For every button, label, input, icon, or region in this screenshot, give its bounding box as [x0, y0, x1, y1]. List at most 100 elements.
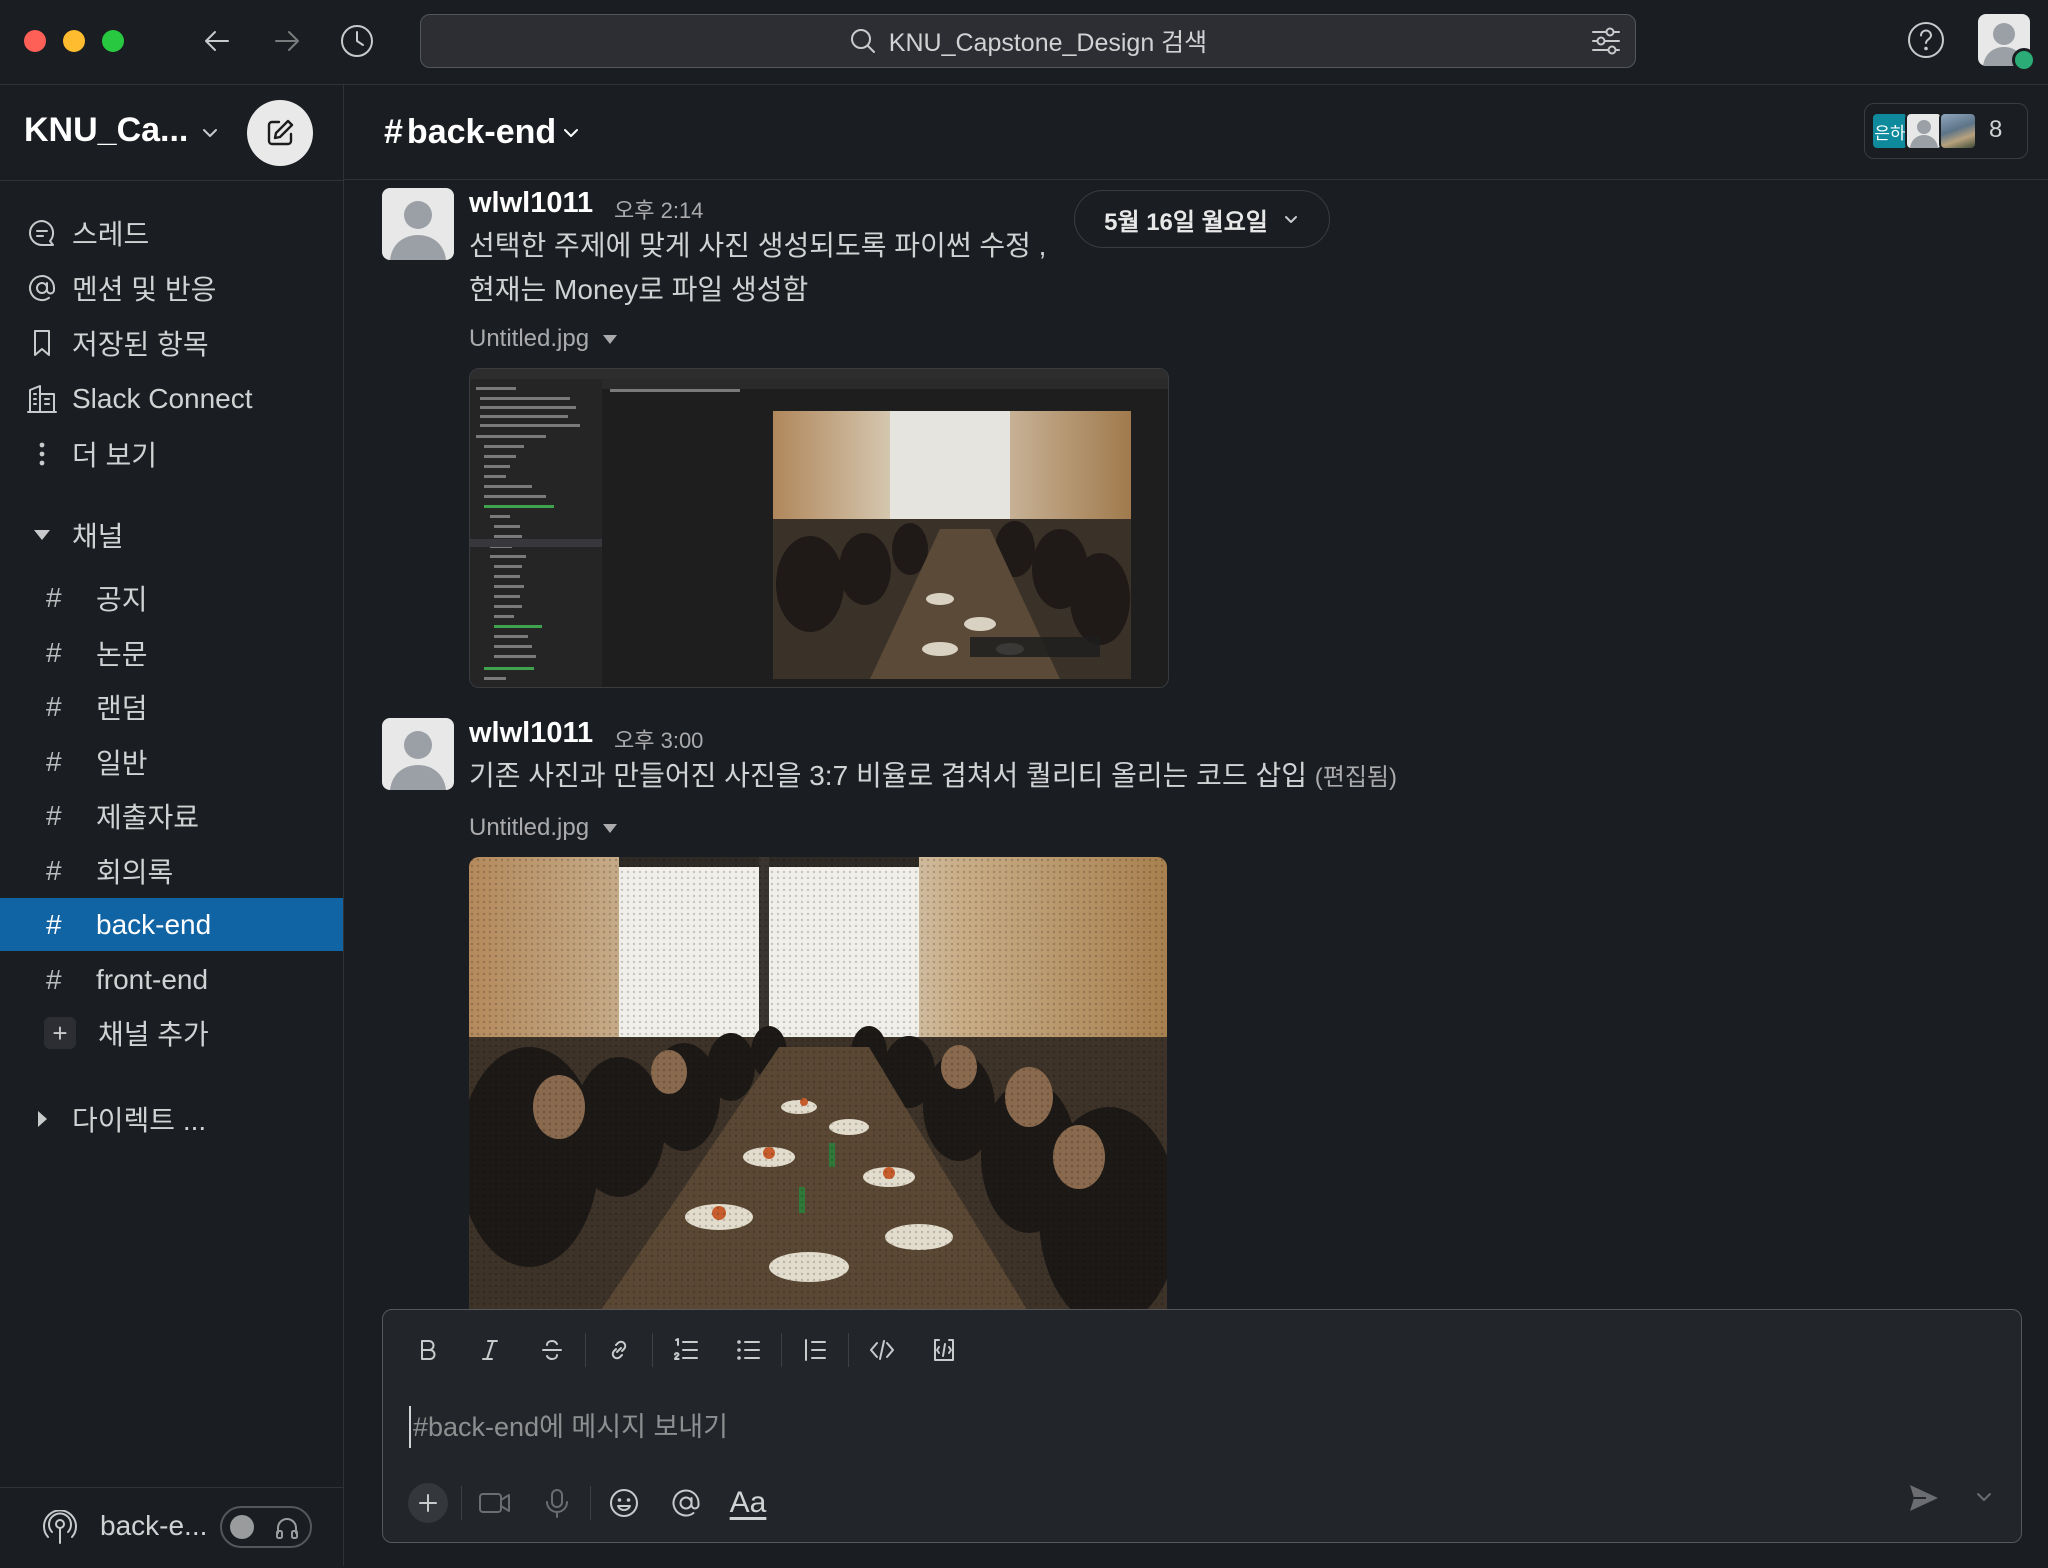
- channel-item-back-end[interactable]: # back-end: [0, 898, 343, 951]
- channel-item-minutes[interactable]: # 회의록: [0, 845, 343, 897]
- message-username[interactable]: wlwl1011: [469, 717, 593, 750]
- sidebar: KNU_Ca... 스레드 멘션 및 반응 저장된 항목 Slack Conne…: [0, 85, 344, 1566]
- add-channel-button[interactable]: + 채널 추가: [0, 1007, 343, 1059]
- channel-item-random[interactable]: # 랜덤: [0, 681, 343, 733]
- caret-down-icon: [34, 530, 50, 540]
- send-options-button[interactable]: [1973, 1486, 1995, 1508]
- search-bar[interactable]: KNU_Capstone_Design 검색: [420, 14, 1636, 68]
- default-avatar-icon: [390, 731, 446, 790]
- bulleted-list-button[interactable]: [717, 1324, 779, 1376]
- message-timestamp[interactable]: 오후 2:14: [614, 193, 703, 225]
- toolbar-divider: [848, 1333, 849, 1367]
- text-formatting-toggle[interactable]: Aa: [717, 1478, 779, 1528]
- more-vertical-icon: [39, 442, 45, 466]
- channel-item-papers[interactable]: # 논문: [0, 627, 343, 679]
- help-icon: [1908, 22, 1944, 58]
- composer-actions: Aa: [397, 1478, 779, 1528]
- file-attachment-label[interactable]: Untitled.jpg: [469, 814, 618, 842]
- member-initials: 은하: [1874, 123, 1906, 143]
- search-icon: [850, 29, 875, 53]
- ordered-list-button[interactable]: [655, 1324, 717, 1376]
- hash-icon: #: [46, 582, 62, 613]
- plus-icon: [419, 1494, 437, 1512]
- history-button[interactable]: [336, 20, 378, 62]
- hash-icon: #: [46, 855, 62, 886]
- link-icon: [611, 1340, 627, 1360]
- strikethrough-icon: [542, 1340, 562, 1360]
- nav-label: 스레드: [72, 219, 150, 250]
- hash-icon: #: [46, 964, 62, 995]
- code-block-button[interactable]: [913, 1324, 975, 1376]
- image-attachment[interactable]: [469, 368, 1169, 688]
- code-button[interactable]: [851, 1324, 913, 1376]
- nav-threads[interactable]: 스레드: [0, 207, 343, 259]
- channel-label: 회의록: [96, 857, 174, 888]
- nav-mentions[interactable]: 멘션 및 반응: [0, 262, 343, 314]
- video-clip-button[interactable]: [464, 1478, 526, 1528]
- message-avatar[interactable]: [382, 718, 454, 790]
- members-button[interactable]: 은하 8: [1864, 103, 2028, 159]
- mention-button[interactable]: [655, 1478, 717, 1528]
- emoji-icon: [610, 1489, 638, 1517]
- send-icon: [1910, 1485, 1938, 1511]
- file-attachment-label[interactable]: Untitled.jpg: [469, 325, 618, 353]
- send-button[interactable]: [1907, 1482, 1941, 1514]
- maximize-window-button[interactable]: [102, 30, 124, 52]
- huddle-bar: back-e...: [0, 1487, 343, 1568]
- close-window-button[interactable]: [24, 30, 46, 52]
- direct-messages-section-toggle[interactable]: 다이렉트 ...: [0, 1093, 343, 1145]
- bold-button[interactable]: [397, 1324, 459, 1376]
- attach-button[interactable]: [408, 1483, 448, 1523]
- message-line: 기존 사진과 만들어진 사진을 3:7 비율로 겹쳐서 퀄리티 올리는 코드 삽…: [469, 760, 1307, 791]
- channel-item-general[interactable]: # 일반: [0, 736, 343, 788]
- ide-screenshot-image: [470, 369, 1168, 687]
- channel-item-submissions[interactable]: # 제출자료: [0, 790, 343, 842]
- search-placeholder: KNU_Capstone_Design 검색: [888, 29, 1208, 57]
- plus-icon: +: [44, 1017, 76, 1049]
- message-input[interactable]: [409, 1406, 1995, 1448]
- channel-item-notice[interactable]: # 공지: [0, 572, 343, 624]
- help-button[interactable]: [1906, 20, 1946, 60]
- image-attachment[interactable]: [469, 857, 1167, 1313]
- channels-section-label: 채널: [72, 521, 124, 552]
- link-button[interactable]: [588, 1324, 650, 1376]
- nav-slack-connect[interactable]: Slack Connect: [0, 373, 343, 425]
- arrow-right-icon: [275, 31, 299, 51]
- caret-right-icon: [38, 1111, 47, 1127]
- message-timestamp[interactable]: 오후 3:00: [614, 723, 703, 755]
- building-icon: [27, 385, 57, 413]
- hash-icon: #: [46, 691, 62, 722]
- video-camera-icon: [479, 1493, 510, 1513]
- huddle-toggle[interactable]: [220, 1506, 312, 1548]
- date-divider-button[interactable]: 5월 16일 월요일: [1074, 190, 1330, 248]
- chevron-down-icon[interactable]: [198, 121, 222, 145]
- microphone-icon: [546, 1489, 568, 1518]
- message-composer: Aa: [382, 1309, 2022, 1543]
- emoji-button[interactable]: [593, 1478, 655, 1528]
- channel-item-front-end[interactable]: # front-end: [0, 954, 343, 1006]
- title-bar: KNU_Capstone_Design 검색: [0, 0, 2048, 85]
- at-icon: [29, 275, 55, 302]
- strikethrough-button[interactable]: [521, 1324, 583, 1376]
- message-avatar[interactable]: [382, 188, 454, 260]
- audio-clip-button[interactable]: [526, 1478, 588, 1528]
- blockquote-button[interactable]: [784, 1324, 846, 1376]
- workspace-name[interactable]: KNU_Ca...: [24, 111, 188, 150]
- huddle-broadcast-icon: [43, 1510, 77, 1544]
- edited-indicator: (편집됨): [1314, 764, 1398, 791]
- search-filter-button[interactable]: [1591, 27, 1621, 55]
- message-username[interactable]: wlwl1011: [469, 187, 593, 220]
- formatting-toolbar: [397, 1324, 975, 1376]
- channels-section-toggle[interactable]: 채널: [0, 509, 343, 561]
- new-message-button[interactable]: [247, 100, 313, 166]
- back-button[interactable]: [196, 20, 238, 62]
- italic-button[interactable]: [459, 1324, 521, 1376]
- forward-button[interactable]: [266, 20, 308, 62]
- channel-title-button[interactable]: # back-end: [384, 113, 582, 152]
- toolbar-divider: [585, 1333, 586, 1367]
- minimize-window-button[interactable]: [63, 30, 85, 52]
- member-avatar: 은하: [1871, 112, 1909, 150]
- nav-more[interactable]: 더 보기: [0, 428, 343, 480]
- channel-label: back-end: [96, 908, 212, 940]
- nav-saved[interactable]: 저장된 항목: [0, 317, 343, 369]
